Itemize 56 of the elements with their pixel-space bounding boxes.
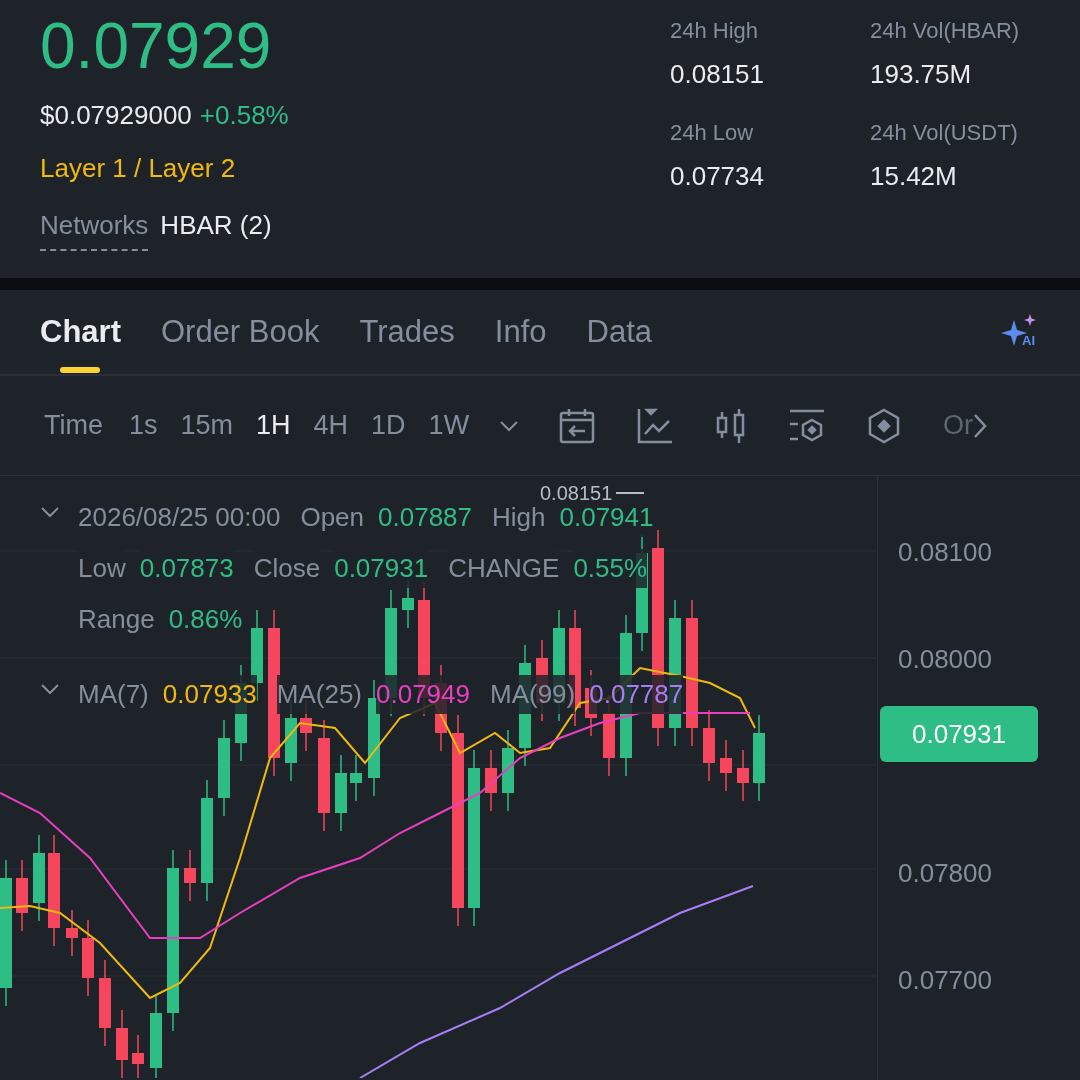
last-price: 0.07929 [40, 10, 273, 82]
ma-value: 0.07949 [376, 675, 470, 714]
networks-value: HBAR (2) [160, 209, 272, 242]
stat-label: 24h Vol(HBAR) [870, 17, 1021, 45]
price-axis-label: 0.08000 [898, 644, 992, 674]
networks-label[interactable]: Networks [40, 206, 149, 251]
time-label: Time [44, 409, 103, 443]
ma-label: MA(99) [490, 675, 576, 714]
stat-value: 0.07734 [670, 160, 765, 193]
tab[interactable]: Info [494, 289, 547, 375]
collapse-caret-icon[interactable] [40, 683, 60, 695]
interval-option[interactable]: 1s [129, 405, 158, 446]
ma-value: 0.07787 [589, 675, 684, 714]
category-link[interactable]: Layer 1 / Layer 2 [40, 149, 289, 188]
candlestick [350, 754, 362, 802]
candlestick [132, 1034, 144, 1078]
tab[interactable]: Order Book [160, 289, 320, 375]
price-axis-label: 0.08100 [898, 537, 992, 567]
candlestick [184, 849, 196, 902]
tab[interactable]: Trades [359, 289, 455, 375]
candlestick [66, 909, 78, 957]
tab[interactable]: Chart [40, 289, 121, 375]
candlestick [116, 1009, 128, 1078]
interval-option[interactable]: 15m [180, 405, 234, 446]
ma-label: MA(25) [276, 675, 362, 714]
interval-option[interactable]: 1D [371, 405, 406, 446]
candlestick [720, 739, 732, 792]
hexagon-icon[interactable] [867, 407, 902, 444]
calendar-icon[interactable] [559, 407, 596, 444]
interval-option[interactable]: 4H [313, 405, 349, 446]
interval-option[interactable]: 1H [256, 405, 291, 446]
stat-label: 24h Low [670, 119, 755, 147]
usd-price: $0.07929000 [40, 99, 192, 132]
price-change: +0.58% [199, 99, 289, 132]
legend-value: 0.55% [573, 549, 648, 588]
stat-value: 193.75M [870, 58, 973, 91]
ma-value: 0.07933 [162, 675, 257, 714]
legend-value: 0.07931 [334, 549, 429, 588]
indicator-settings-icon[interactable] [789, 407, 826, 444]
ai-assistant-button[interactable]: AI [1000, 312, 1044, 352]
more-option[interactable]: Or [943, 405, 974, 446]
candlestick [485, 749, 497, 812]
chevron-right-icon[interactable] [973, 412, 988, 439]
price-axis-label: 0.07800 [898, 858, 992, 888]
current-price-tag: 0.07931 [880, 706, 1038, 762]
stat-label: 24h High [670, 17, 760, 45]
stat-value: 0.08151 [670, 58, 765, 91]
collapse-caret-icon[interactable] [40, 506, 60, 518]
interval-option[interactable]: 1W [428, 405, 470, 446]
dropdown-caret-icon[interactable] [499, 419, 520, 432]
line-chart-icon[interactable] [637, 407, 674, 444]
price-axis-label: 0.07700 [898, 965, 992, 995]
tab[interactable]: Data [586, 289, 652, 375]
candlestick [737, 749, 749, 802]
stat-value: 15.42M [870, 160, 958, 193]
stat-label: 24h Vol(USDT) [870, 119, 1019, 147]
